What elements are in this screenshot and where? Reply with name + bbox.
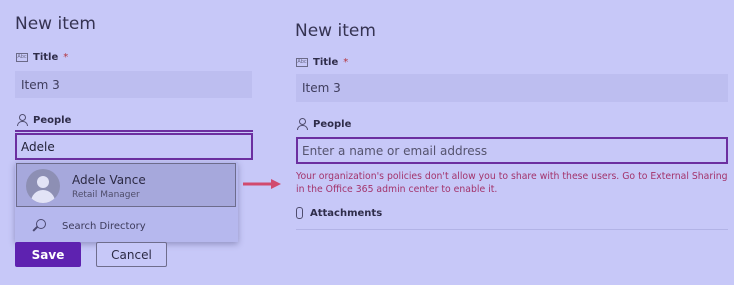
title-field-label: Abc Title * (296, 57, 349, 68)
title-input[interactable]: Item 3 (296, 74, 728, 102)
arrow-icon (243, 179, 281, 189)
people-suggestions-dropdown: Adele Vance Retail Manager Search Direct… (15, 162, 238, 242)
paperclip-icon (296, 207, 303, 219)
people-field-label: People (296, 118, 351, 130)
suggestion-role: Retail Manager (72, 190, 140, 200)
right-panel: New item Abc Title * Item 3 People Enter… (282, 0, 734, 285)
people-input[interactable]: Adele (15, 133, 253, 160)
suggestion-item[interactable]: Adele Vance Retail Manager (16, 163, 236, 207)
text-field-icon: Abc (296, 58, 308, 67)
form-title: New item (295, 21, 376, 41)
people-field-label: People (16, 114, 71, 126)
suggestion-name: Adele Vance (72, 173, 146, 187)
save-button[interactable]: Save (15, 242, 81, 267)
people-field-underline (15, 130, 253, 132)
error-message: Your organization's policies don't allow… (296, 171, 728, 195)
person-icon (296, 118, 308, 130)
text-field-icon: Abc (16, 53, 28, 62)
required-indicator: * (63, 52, 69, 63)
attachments-section[interactable]: Attachments (296, 207, 382, 219)
person-icon (16, 114, 28, 126)
search-directory-option[interactable]: Search Directory (15, 210, 238, 242)
title-field-label: Abc Title * (16, 52, 69, 63)
required-indicator: * (343, 57, 349, 68)
cancel-button[interactable]: Cancel (96, 242, 167, 267)
avatar (26, 169, 60, 203)
people-input[interactable]: Enter a name or email address (296, 137, 728, 164)
form-title: New item (15, 14, 96, 34)
left-panel: New item Abc Title * Item 3 People Adele… (0, 0, 262, 285)
title-input[interactable]: Item 3 (15, 71, 252, 98)
divider (296, 229, 728, 230)
search-icon (32, 219, 46, 233)
